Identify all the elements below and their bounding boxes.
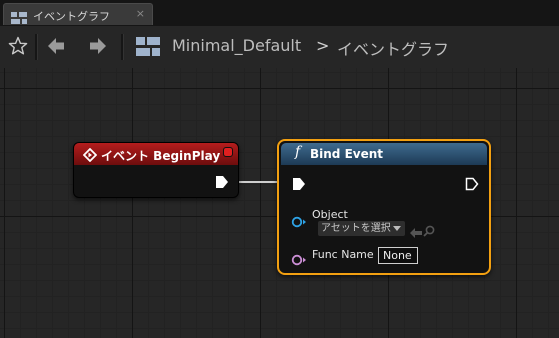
breadcrumb-root[interactable]: Minimal_Default (172, 36, 301, 55)
graph-canvas[interactable]: イベント BeginPlay f Bind Event Object アセットを… (0, 68, 559, 338)
func-name-pin-label: Func Name (312, 248, 374, 261)
object-pin-label: Object (312, 208, 348, 221)
function-icon: f (295, 144, 301, 160)
node-title: Bind Event (310, 147, 384, 161)
event-graph-icon (136, 37, 160, 60)
event-beginplay-node[interactable]: イベント BeginPlay (73, 142, 239, 198)
bind-event-node[interactable]: f Bind Event Object アセットを選択 Func Name No… (277, 139, 491, 275)
exec-input-pin[interactable] (292, 176, 306, 195)
graph-toolbar: Minimal_Default > イベントグラフ (0, 26, 559, 69)
chevron-down-icon (393, 226, 401, 231)
tab-strip: イベントグラフ × (0, 0, 559, 26)
tab-event-graph[interactable]: イベントグラフ × (3, 3, 153, 25)
node-header: イベント BeginPlay (74, 143, 238, 165)
node-header: f Bind Event (281, 143, 487, 165)
asset-picker-value: アセットを選択 (321, 223, 391, 234)
asset-picker-dropdown[interactable]: アセットを選択 (318, 221, 405, 236)
tab-label: イベントグラフ (33, 10, 110, 23)
func-name-value: None (383, 249, 412, 262)
func-name-input-pin[interactable] (291, 251, 307, 270)
delegate-output-pin[interactable] (223, 147, 233, 157)
use-selected-asset-icon[interactable] (410, 223, 422, 242)
toolbar-divider (121, 34, 124, 60)
arrow-right-icon[interactable] (88, 36, 108, 60)
node-body: f Bind Event Object アセットを選択 Func Name No… (281, 143, 487, 271)
breadcrumb-separator: > (316, 36, 330, 55)
breadcrumb-current: イベントグラフ (337, 40, 450, 59)
event-diamond-icon (82, 147, 98, 166)
close-icon[interactable]: × (136, 7, 145, 20)
exec-output-pin[interactable] (215, 174, 229, 193)
func-name-field[interactable]: None (378, 247, 418, 264)
browse-asset-icon[interactable] (423, 222, 435, 241)
node-title: イベント BeginPlay (101, 149, 221, 163)
star-icon[interactable] (8, 36, 28, 60)
toolbar-divider (35, 34, 38, 60)
arrow-left-icon[interactable] (46, 36, 66, 60)
exec-output-pin[interactable] (465, 176, 479, 195)
object-input-pin[interactable] (291, 213, 307, 232)
